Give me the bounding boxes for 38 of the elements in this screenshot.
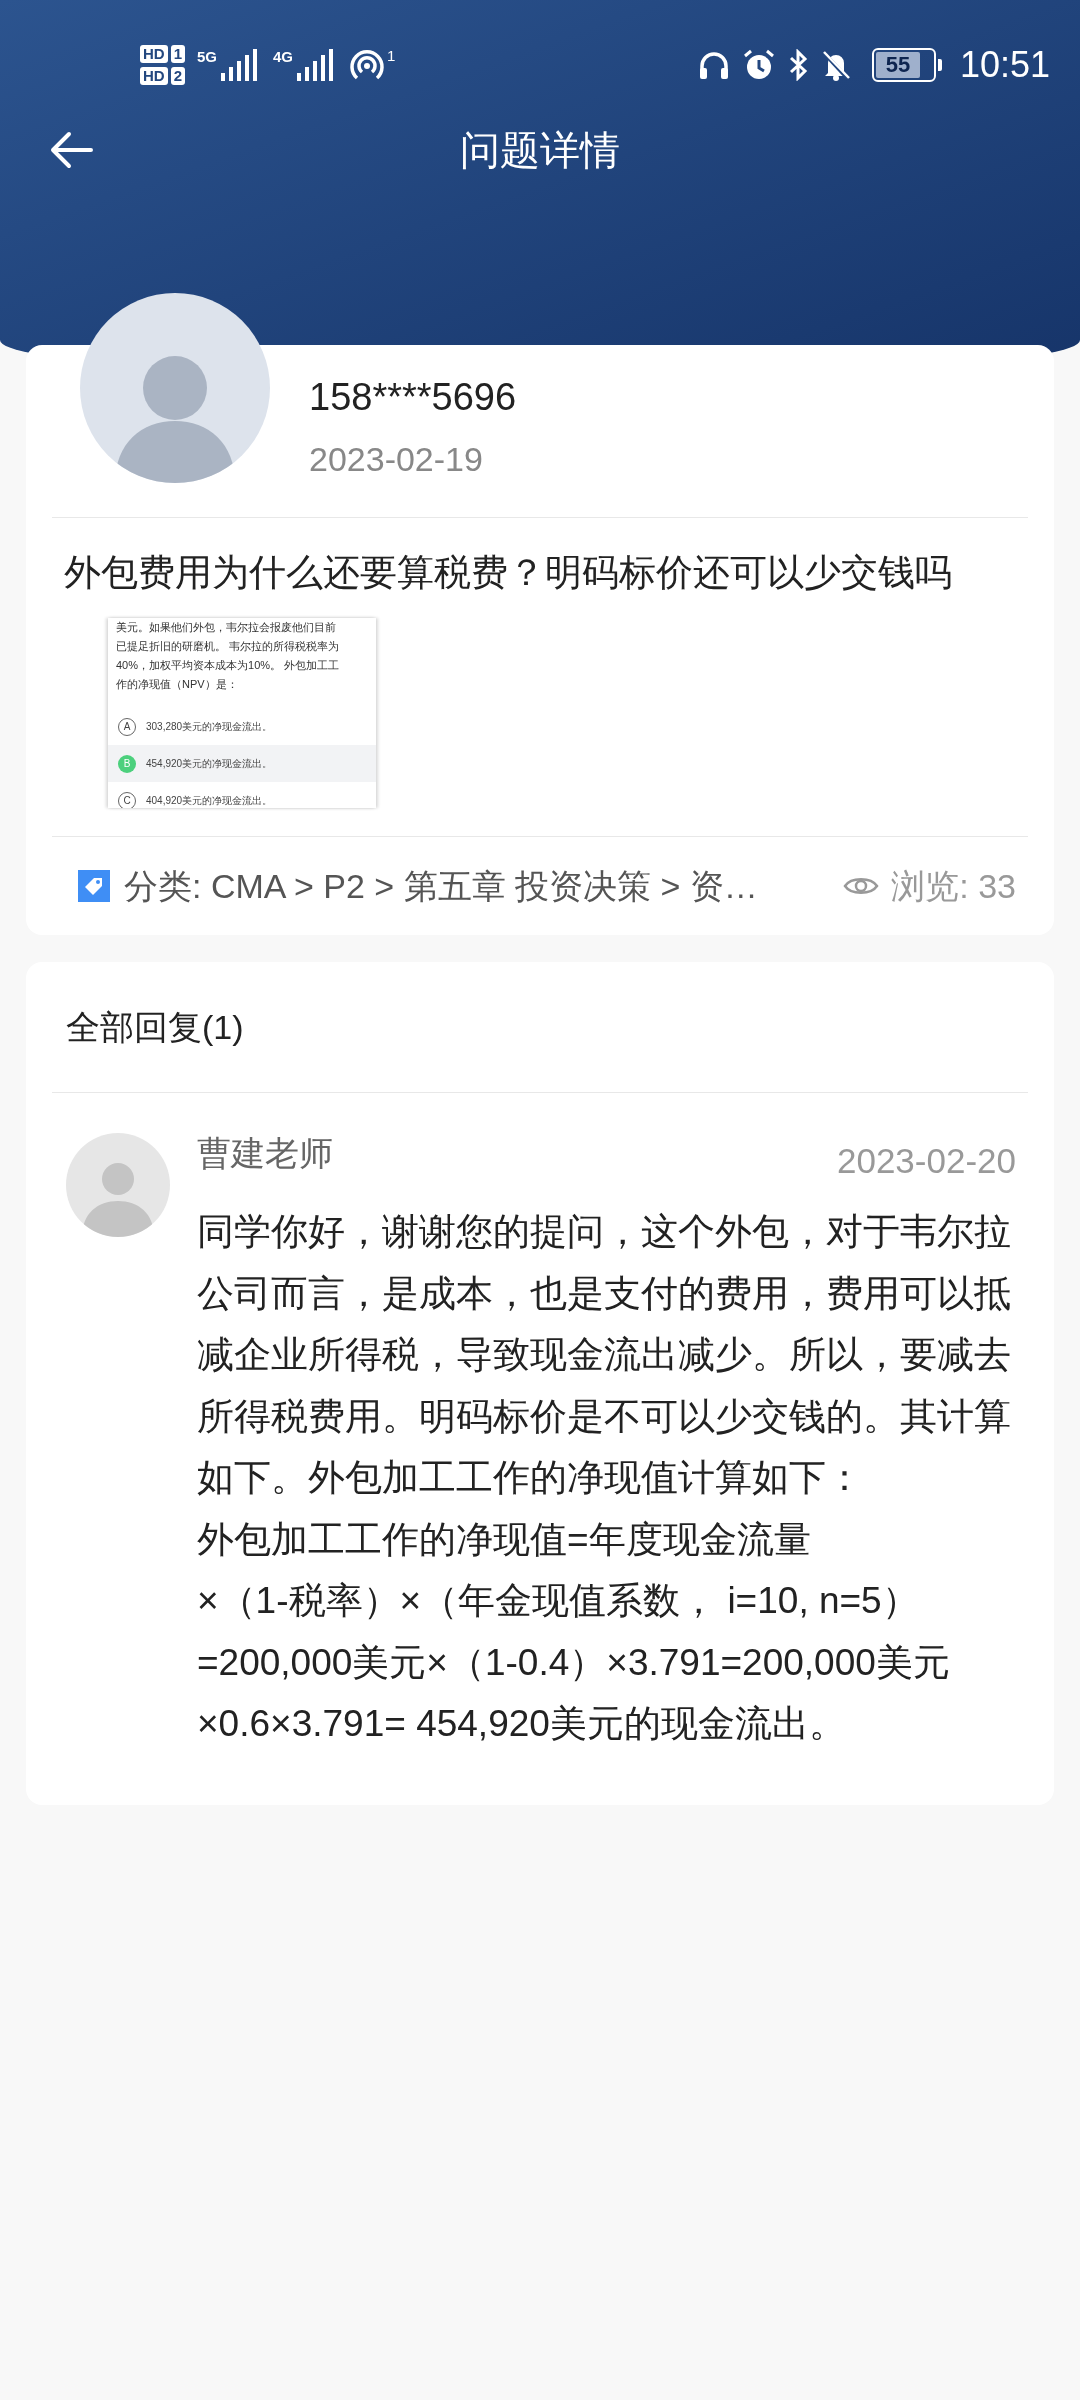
reply-author: 曹建老师 (197, 1133, 333, 1173)
attachment-text-line: 作的净现值（NPV）是： (116, 677, 239, 692)
alarm-icon (741, 49, 776, 81)
page-title: 问题详情 (460, 130, 620, 170)
option-text: 404,920美元的净现金流出。 (146, 794, 273, 808)
reply-text: 外包加工工作的净现值=年度现金流量 (197, 1517, 812, 1562)
hotspot-count: 1 (387, 48, 396, 63)
tag-icon (78, 870, 110, 902)
user-name: 158****5696 (309, 375, 518, 419)
view-count: 浏览: 33 (891, 865, 1016, 907)
replies-heading: 全部回复(1) (66, 1006, 244, 1048)
battery-percent: 55 (875, 52, 920, 78)
reply-text: =200,000美元×（1-0.4）×3.791=200,000美元 (197, 1640, 951, 1685)
option-text: 303,280美元的净现金流出。 (146, 720, 273, 734)
category-path: 分类: CMA > P2 > 第五章 投资决策 > 资… (124, 865, 758, 907)
attachment-text-line: 已提足折旧的研磨机。 韦尔拉的所得税税率为 (116, 639, 341, 654)
sim-tag: HD (140, 45, 168, 63)
signal-icon (295, 49, 336, 81)
attachment-text-line: 40%，加权平均资本成本为10%。 外包加工工 (116, 658, 341, 673)
back-arrow-icon (49, 131, 93, 169)
network-label: 4G (273, 49, 294, 64)
hotspot-icon (349, 48, 386, 82)
bluetooth-icon (787, 49, 808, 81)
reply-text: 同学你好，谢谢您的提问，这个外包，对于韦尔拉公司而言，是成本，也是支付的费用，费用可以抵减企业所得税，导致现金流出减少。所以，要减去所得税费用。明码标价是不可以少交钱的。其计算如下。外包加工工作的净现值计算如下： (197, 1210, 1012, 1500)
question-date: 2023-02-19 (309, 439, 484, 479)
sim-tag: HD (140, 67, 168, 85)
network-label: 5G (197, 49, 218, 64)
option-text: 454,920美元的净现金流出。 (146, 757, 273, 771)
option-letter: B (118, 754, 136, 773)
signal-icon (219, 49, 260, 81)
reply-text: ×0.6×3.791= 454,920美元的现金流出。 (197, 1702, 847, 1746)
headphones-icon (697, 50, 730, 80)
question-text: 外包费用为什么还要算税费？明码标价还可以少交钱吗 (63, 551, 953, 595)
clock-time: 10:51 (959, 47, 1050, 83)
attachment-thumbnail[interactable]: 美元。如果他们外包，韦尔拉会报废他们目前 已提足折旧的研磨机。 韦尔拉的所得税税率为 40%，加权平均资本成本为10%。 外包加工工 作的净现值（NPV）是： A 303,280美元的净现金流出。 B 454,920美元的净现金流出。 C 404,920美元的净现金流出。 (108, 618, 376, 808)
attachment-text-line: 美元。如果他们外包，韦尔拉会报废他们目前 (116, 620, 337, 635)
reply-text: ×（1-税率）×（年金现值系数， i=10, n=5） (197, 1579, 920, 1623)
reply-date: 2023-02-20 (836, 1141, 1016, 1181)
